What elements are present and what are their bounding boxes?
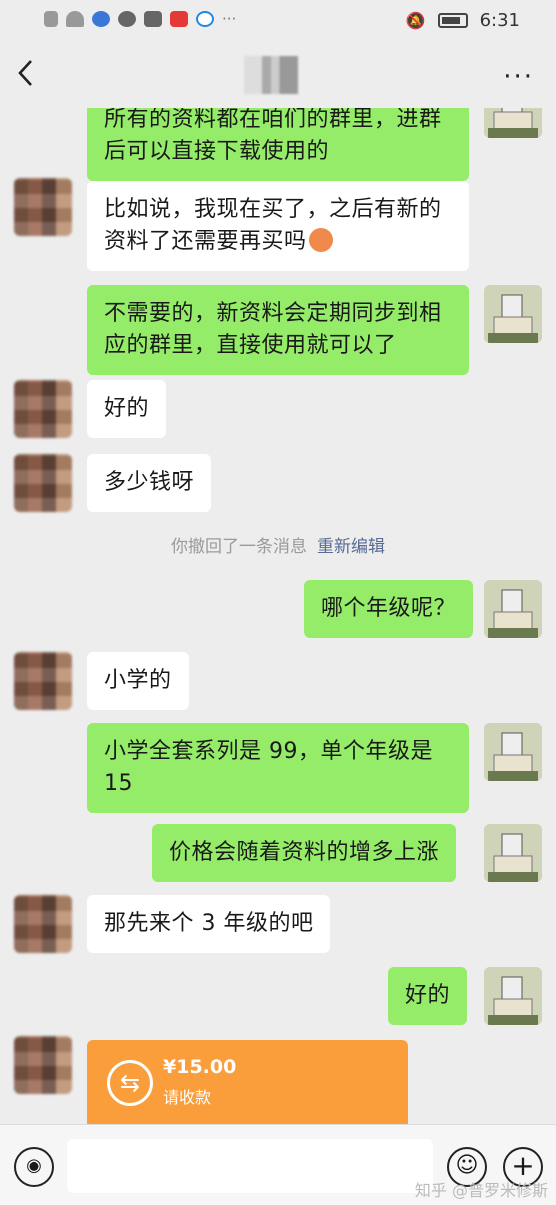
message-bubble-other[interactable]: 好的 [87, 380, 167, 438]
message-bubble-me[interactable]: 所有的资料都在咱们的群里，进群 后可以直接下载使用的 [87, 108, 469, 181]
more-notifications-icon: ··· [222, 10, 237, 28]
avatar-me[interactable] [484, 824, 542, 882]
chevron-left-icon[interactable] [16, 58, 46, 92]
recall-text: 你撤回了一条消息 [171, 537, 307, 557]
transfer-note: 请收款 [163, 1088, 212, 1107]
message-input[interactable] [67, 1139, 433, 1193]
message-bubble-other[interactable]: 小学的 [87, 652, 189, 710]
more-dots-icon[interactable]: ··· [503, 62, 534, 92]
watermark: 知乎 @普罗米修斯 [414, 1181, 548, 1200]
transfer-amount: ¥15.00 [163, 1056, 237, 1078]
message-bubble-other[interactable]: 那先来个 3 年级的吧 [87, 895, 331, 953]
message-bubble-me[interactable]: 好的 [388, 967, 468, 1025]
mute-icon: 🔕 [405, 11, 426, 30]
chat-title-blurred [244, 56, 298, 94]
status-time: 6:31 [479, 10, 520, 31]
status-icons-right: 🔕 6:31 [406, 10, 520, 31]
avatar-me[interactable] [484, 108, 542, 138]
avatar-other[interactable] [14, 454, 72, 512]
avatar-other[interactable] [14, 1036, 72, 1094]
message-bubble-me[interactable]: 哪个年级呢？ [304, 580, 474, 638]
voice-icon[interactable]: ◉ [14, 1147, 54, 1187]
avatar-me[interactable] [484, 580, 542, 638]
message-bubble-me[interactable]: 不需要的，新资料会定期同步到相 应的群里，直接使用就可以了 [87, 285, 469, 375]
app-icon [92, 11, 110, 27]
input-bar: ◉ ☺ + 知乎 @普罗米修斯 [0, 1124, 556, 1205]
chat-area[interactable]: 所有的资料都在咱们的群里，进群 后可以直接下载使用的 比如说，我现在买了，之后有… [0, 108, 556, 1124]
transfer-arrows-icon: ⇆ [107, 1060, 153, 1106]
transfer-card[interactable]: ⇆ ¥15.00 请收款 [87, 1040, 408, 1124]
app-icon [196, 11, 214, 27]
message-bubble-other[interactable]: 比如说，我现在买了，之后有新的 资料了还需要再买吗 [87, 181, 469, 271]
signal-icon [44, 11, 58, 27]
message-text: 比如说，我现在买了，之后有新的 资料了还需要再买吗 [104, 197, 442, 254]
sad-emoji-icon [308, 228, 333, 252]
avatar-me[interactable] [484, 723, 542, 781]
re-edit-link[interactable]: 重新编辑 [317, 537, 385, 557]
chat-header: ··· [0, 42, 556, 108]
message-bubble-me[interactable]: 小学全套系列是 99，单个年级是 15 [87, 723, 469, 813]
avatar-other[interactable] [14, 895, 72, 953]
wifi-icon [66, 11, 84, 27]
avatar-other[interactable] [14, 178, 72, 236]
wechat-icon [144, 11, 162, 27]
avatar-me[interactable] [484, 967, 542, 1025]
avatar-other[interactable] [14, 652, 72, 710]
message-bubble-other[interactable]: 多少钱呀 [87, 454, 212, 512]
message-bubble-me[interactable]: 价格会随着资料的增多上涨 [152, 824, 457, 882]
app-icon [170, 11, 188, 27]
avatar-other[interactable] [14, 380, 72, 438]
battery-icon [437, 13, 468, 28]
avatar-me[interactable] [484, 285, 542, 343]
app-icon [118, 11, 136, 27]
status-bar: ··· 🔕 6:31 [0, 0, 556, 42]
status-icons-left: ··· [44, 10, 236, 28]
recall-notice: 你撤回了一条消息 重新编辑 [0, 532, 556, 557]
